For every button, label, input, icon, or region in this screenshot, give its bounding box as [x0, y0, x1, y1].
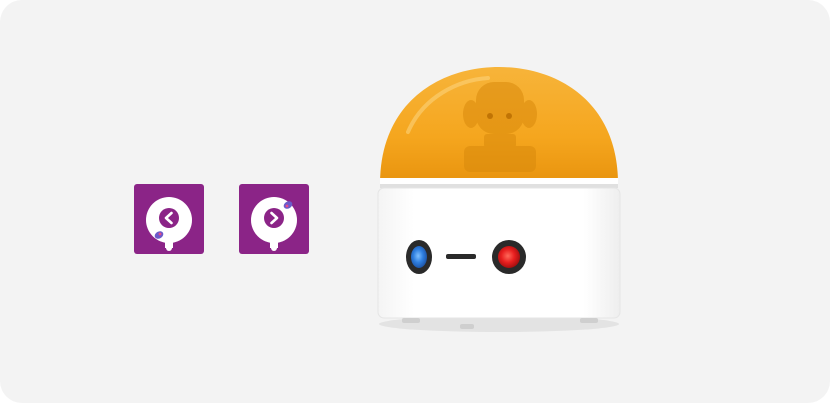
turn-right-arrow-icon — [239, 184, 309, 254]
scene-panel — [0, 0, 830, 403]
robot — [368, 62, 630, 340]
turn-left-arrow-icon — [134, 184, 204, 254]
turn-right-card[interactable] — [239, 184, 309, 254]
robot-illustration — [377, 67, 621, 332]
turn-left-card[interactable] — [134, 184, 204, 254]
